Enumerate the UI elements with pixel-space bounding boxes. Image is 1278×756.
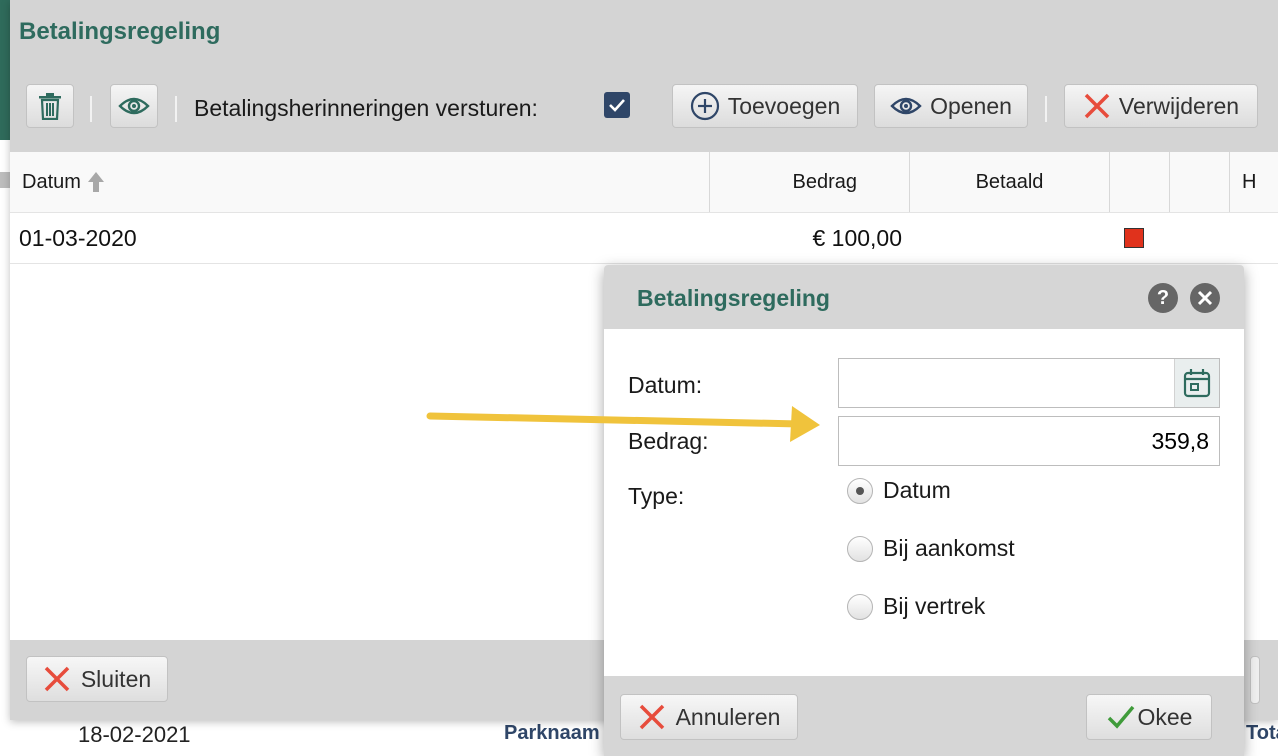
- column-header-bedrag[interactable]: Bedrag: [709, 152, 909, 212]
- toolbar-separator: [175, 96, 177, 122]
- ok-button-label: Okee: [1137, 703, 1193, 730]
- payment-plan-dialog: Betalingsregeling ? Datum: Bedrag: Type:: [604, 265, 1244, 756]
- delete-button[interactable]: Verwijderen: [1064, 84, 1258, 128]
- column-header-label: Datum: [22, 170, 81, 193]
- dialog-header: Betalingsregeling ?: [604, 265, 1244, 329]
- close-icon: [1197, 290, 1213, 306]
- reminders-label: Betalingsherinneringen versturen:: [194, 95, 538, 121]
- bedrag-field[interactable]: [838, 416, 1220, 466]
- reminders-checkbox[interactable]: [604, 92, 630, 118]
- column-header-blank[interactable]: [1169, 152, 1229, 212]
- delete-button-label: Verwijderen: [1118, 92, 1240, 119]
- column-header-h[interactable]: H: [1229, 152, 1278, 212]
- close-button-label: Sluiten: [80, 665, 152, 692]
- checkmark-icon: [1107, 705, 1134, 729]
- column-header-blank[interactable]: [1109, 152, 1169, 212]
- radio-button[interactable]: [847, 593, 873, 620]
- status-indicator: [1124, 228, 1144, 248]
- table-row[interactable]: 01-03-2020 € 100,00: [10, 213, 1278, 264]
- calendar-button[interactable]: [1174, 359, 1219, 407]
- trash-button[interactable]: [26, 84, 74, 128]
- checkmark-icon: [609, 99, 625, 112]
- toolbar-separator: [1045, 96, 1047, 122]
- view-button[interactable]: [110, 84, 158, 128]
- column-header-betaald[interactable]: Betaald: [909, 152, 1109, 212]
- type-label: Type:: [628, 483, 685, 509]
- trash-icon: [39, 93, 61, 120]
- type-option-label: Bij vertrek: [883, 593, 986, 619]
- bedrag-input[interactable]: [839, 417, 1219, 465]
- background-park-label: Parknaam: [504, 722, 600, 744]
- column-header-datum[interactable]: Datum: [10, 152, 710, 212]
- datum-input[interactable]: [839, 359, 1219, 407]
- ok-button[interactable]: Okee: [1086, 694, 1212, 740]
- radio-button[interactable]: [847, 535, 873, 562]
- close-circle-icon[interactable]: [1190, 283, 1220, 313]
- row-date: 01-03-2020: [19, 224, 137, 251]
- type-option-datum[interactable]: Datum: [847, 477, 951, 504]
- open-button-label: Openen: [930, 92, 1012, 119]
- dialog-title: Betalingsregeling: [637, 285, 830, 311]
- add-button-label: Toevoegen: [727, 92, 841, 119]
- close-x-icon: [44, 666, 70, 692]
- background-row-date: 18-02-2021: [78, 722, 191, 747]
- toolbar-separator: [90, 96, 92, 122]
- background-total-label: Totaal: [1246, 722, 1278, 744]
- type-option-label: Datum: [883, 477, 951, 503]
- radio-button[interactable]: [847, 477, 873, 504]
- row-amount: € 100,00: [812, 224, 902, 251]
- close-x-icon: [1084, 93, 1110, 119]
- type-option-departure[interactable]: Bij vertrek: [847, 593, 985, 620]
- table-header: Datum Bedrag Betaald H: [10, 152, 1278, 213]
- type-option-label: Bij aankomst: [883, 535, 1015, 561]
- radio-selected-dot: [856, 486, 864, 495]
- cancel-button-label: Annuleren: [675, 703, 781, 730]
- datum-field[interactable]: [838, 358, 1220, 408]
- eye-icon: [890, 97, 922, 115]
- plus-circle-icon: [690, 91, 719, 121]
- bedrag-label: Bedrag:: [628, 428, 709, 454]
- sort-ascending-icon: [87, 172, 104, 192]
- dialog-footer: Annuleren Okee: [604, 676, 1244, 756]
- add-button[interactable]: Toevoegen: [672, 84, 858, 128]
- row-status: [1124, 213, 1144, 263]
- eye-icon: [118, 97, 150, 115]
- datum-label: Datum:: [628, 372, 703, 398]
- toolbar: Betalingsherinneringen versturen: Toevoe…: [10, 80, 1278, 136]
- cancel-button[interactable]: Annuleren: [620, 694, 798, 740]
- hidden-footer-button[interactable]: [1250, 656, 1260, 704]
- open-button[interactable]: Openen: [874, 84, 1028, 128]
- window-title: Betalingsregeling: [19, 18, 221, 45]
- help-icon[interactable]: ?: [1148, 283, 1178, 313]
- close-x-icon: [639, 704, 664, 730]
- type-option-arrival[interactable]: Bij aankomst: [847, 535, 1015, 562]
- close-button[interactable]: Sluiten: [26, 656, 168, 702]
- calendar-icon: [1183, 369, 1211, 398]
